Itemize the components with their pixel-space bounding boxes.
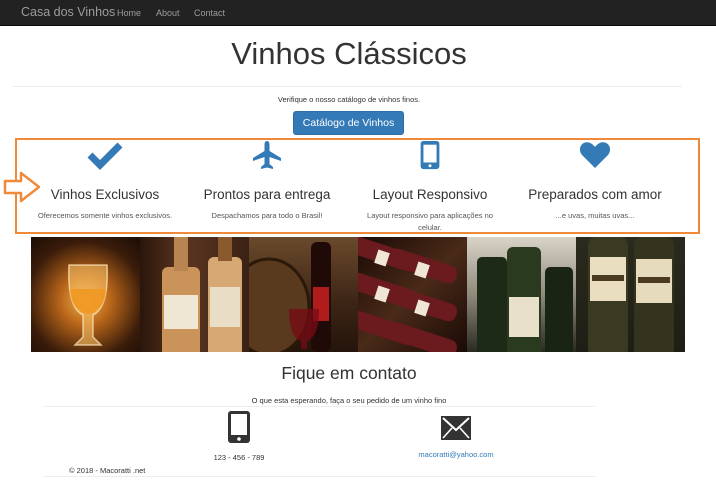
- contact-phone: 123 - 456 - 789: [199, 410, 279, 462]
- wine-rack-image: [358, 237, 467, 352]
- heart-icon: [579, 142, 611, 168]
- page-title: Vinhos Clássicos: [231, 36, 467, 71]
- feature-title: Preparados com amor: [528, 187, 662, 202]
- mobile-phone-icon: [228, 411, 250, 443]
- navbar: Casa dos Vinhos Home About Contact: [0, 0, 716, 26]
- divider: [43, 406, 595, 407]
- brand-link[interactable]: Casa dos Vinhos: [21, 5, 115, 19]
- feature-text: Despachamos para todo o Brasil!: [211, 211, 323, 220]
- feature-responsive: Layout Responsivo Layout responsivo para…: [355, 140, 505, 234]
- nav-home-link[interactable]: Home: [117, 8, 141, 18]
- catalog-button[interactable]: Catálogo de Vinhos: [293, 111, 404, 135]
- feature-title: Prontos para entrega: [203, 187, 331, 202]
- feature-exclusive: Vinhos Exclusivos Oferecemos somente vin…: [27, 140, 183, 222]
- feature-love: Preparados com amor ...e uvas, muitas uv…: [516, 140, 674, 222]
- check-icon: [87, 142, 123, 170]
- nav-about-link[interactable]: About: [156, 8, 180, 18]
- airplane-icon: [253, 141, 281, 169]
- wine-banner-image: [31, 237, 685, 352]
- wine-glass-image: [31, 237, 140, 352]
- feature-text: ...e uvas, muitas uvas...: [555, 211, 635, 220]
- phone-icon: [420, 140, 440, 170]
- phone-number: 123 - 456 - 789: [213, 453, 265, 462]
- contact-title: Fique em contato: [281, 363, 417, 383]
- wine-bottles-closeup-image: [467, 237, 576, 352]
- contact-subtitle: O que esta esperando, faça o seu pedido …: [251, 396, 447, 405]
- feature-text: Layout responsivo para aplicações no cel…: [367, 211, 493, 232]
- footer-copyright: © 2018 - Macoratti .net: [69, 466, 146, 475]
- wine-barrel-image: [249, 237, 358, 352]
- envelope-icon: [441, 416, 471, 440]
- divider: [43, 476, 595, 477]
- email-link[interactable]: macoratti@yahoo.com: [406, 450, 506, 459]
- nav-contact-link[interactable]: Contact: [194, 8, 225, 18]
- feature-delivery: Prontos para entrega Despachamos para to…: [191, 140, 343, 222]
- feature-text: Oferecemos somente vinhos exclusivos.: [37, 211, 173, 220]
- divider: [12, 86, 682, 87]
- jouillan-bottles-image: [576, 237, 685, 352]
- wine-bottles-image: [140, 237, 249, 352]
- contact-email: macoratti@yahoo.com: [406, 415, 506, 459]
- page-subtitle: Verifique o nosso catálogo de vinhos fin…: [277, 95, 421, 104]
- feature-title: Vinhos Exclusivos: [50, 187, 160, 202]
- feature-title: Layout Responsivo: [372, 187, 488, 202]
